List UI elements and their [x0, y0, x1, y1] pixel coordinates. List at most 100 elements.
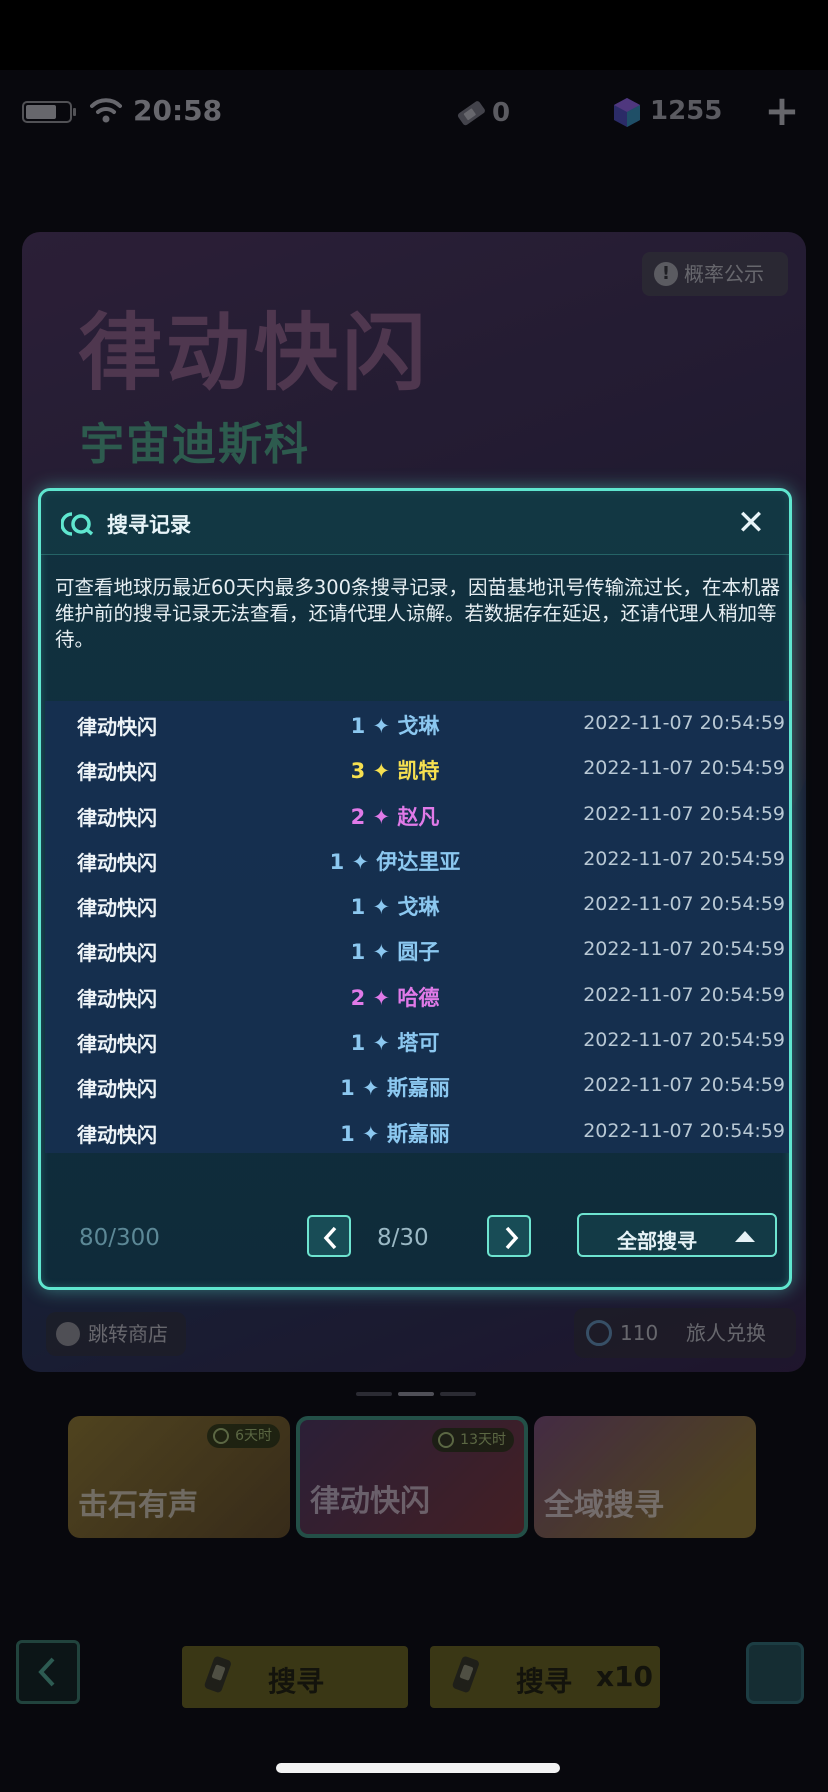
probability-button[interactable]: ! 概率公示 [642, 252, 788, 296]
star-icon: ✦ [354, 1076, 387, 1101]
record-result: 1 ✦ 戈琳 [245, 710, 545, 740]
status-time: 20:58 [133, 94, 223, 127]
plus-icon[interactable]: + [762, 90, 802, 132]
record-time: 2022-11-07 20:54:59 [583, 1029, 785, 1052]
modal-title: 搜寻记录 [107, 513, 191, 537]
prev-page-button[interactable] [307, 1215, 351, 1257]
character-name: 戈琳 [397, 714, 440, 738]
search-ten-label: 搜寻 [516, 1665, 573, 1698]
ticket-icon [452, 1656, 479, 1693]
character-name: 伊达里亚 [376, 849, 461, 874]
pool-card-3[interactable]: 全域搜寻 [534, 1416, 756, 1538]
star-icon: ✦ [365, 940, 398, 965]
record-pool: 律动快闪 [77, 896, 157, 921]
record-row: 律动快闪 1 ✦ 塔可 2022-11-07 20:54:59 [45, 1018, 789, 1063]
character-name: 斯嘉丽 [386, 1121, 450, 1146]
clock-icon [438, 1432, 455, 1448]
record-result: 1 ✦ 塔可 [245, 1027, 545, 1057]
banner-title: 律动快闪 [78, 304, 431, 402]
record-result: 3 ✦ 凯特 [245, 755, 545, 785]
shop-label: 跳转商店 [88, 1322, 168, 1346]
rarity-value: 1 [350, 940, 366, 965]
character-name: 哈德 [397, 985, 440, 1010]
shop-button[interactable]: 跳转商店 [46, 1312, 186, 1356]
record-result: 1 ✦ 伊达里亚 [245, 846, 545, 876]
record-row: 律动快闪 1 ✦ 圆子 2022-11-07 20:54:59 [45, 927, 789, 972]
filter-dropdown[interactable]: 全部搜寻 [577, 1213, 777, 1257]
record-pool: 律动快闪 [77, 1032, 157, 1057]
rarity-value: 1 [329, 849, 345, 874]
record-pool: 律动快闪 [77, 941, 157, 966]
back-button[interactable] [16, 1640, 80, 1704]
character-name: 塔可 [397, 1031, 440, 1056]
modal-header: 搜寻记录 ✕ [41, 491, 789, 555]
chevron-left-icon [323, 1226, 337, 1250]
exchange-count: 110 [620, 1321, 659, 1345]
star-icon: ✦ [365, 804, 398, 829]
record-result: 1 ✦ 斯嘉丽 [245, 1118, 545, 1148]
rarity-value: 2 [350, 985, 366, 1010]
record-time: 2022-11-07 20:54:59 [583, 847, 785, 870]
rarity-value: 1 [350, 1031, 366, 1056]
record-time: 2022-11-07 20:54:59 [583, 757, 785, 780]
page-indicator: 8/30 [377, 1225, 429, 1251]
rarity-value: 1 [340, 1121, 355, 1146]
pool-timer: 13天时 [432, 1428, 514, 1452]
exchange-button[interactable]: 110 旅人兑换 [574, 1308, 796, 1358]
record-logo-icon [61, 512, 94, 536]
record-list[interactable]: 律动快闪 1 ✦ 戈琳 2022-11-07 20:54:59 律动快闪 3 ✦ 凯特 2… [45, 701, 789, 1153]
close-icon[interactable]: ✕ [731, 503, 771, 543]
character-name: 凯特 [397, 759, 440, 784]
record-row: 律动快闪 2 ✦ 哈德 2022-11-07 20:54:59 [45, 973, 789, 1018]
search-record-modal: 搜寻记录 ✕ 可查看地球历最近60天内最多300条搜寻记录，因苗基地讯号传输流过… [38, 488, 792, 1290]
record-result: 1 ✦ 圆子 [245, 936, 545, 966]
record-time: 2022-11-07 20:54:59 [583, 802, 785, 825]
play-icon [56, 1322, 80, 1346]
character-name: 斯嘉丽 [386, 1076, 450, 1101]
chevron-left-icon [38, 1657, 55, 1687]
record-result: 2 ✦ 赵凡 [245, 801, 545, 831]
search-ten-button[interactable]: 搜寻 x10 [430, 1646, 660, 1708]
record-time: 2022-11-07 20:54:59 [583, 938, 785, 961]
record-row: 律动快闪 1 ✦ 戈琳 2022-11-07 20:54:59 [45, 882, 789, 927]
home-indicator[interactable] [276, 1763, 560, 1773]
search-ten-multiplier: x10 [596, 1660, 654, 1693]
star-icon: ✦ [365, 759, 398, 784]
character-name: 赵凡 [397, 804, 440, 829]
wifi-icon [90, 98, 122, 123]
star-icon: ✦ [365, 895, 398, 920]
record-time: 2022-11-07 20:54:59 [583, 1074, 785, 1097]
chevron-right-icon [505, 1226, 519, 1250]
star-icon: ✦ [354, 1121, 387, 1146]
record-row: 律动快闪 2 ✦ 赵凡 2022-11-07 20:54:59 [45, 792, 789, 837]
record-pool: 律动快闪 [77, 1122, 157, 1147]
record-pool: 律动快闪 [77, 1077, 157, 1102]
pool-card-2[interactable]: 13天时 律动快闪 [296, 1416, 528, 1538]
record-time: 2022-11-07 20:54:59 [583, 1119, 785, 1142]
clipboard-icon[interactable] [746, 1642, 804, 1704]
cube-icon [614, 98, 640, 127]
next-page-button[interactable] [487, 1215, 531, 1257]
rarity-value: 2 [350, 804, 366, 829]
record-pool: 律动快闪 [77, 715, 157, 739]
record-time: 2022-11-07 20:54:59 [583, 983, 785, 1006]
record-pool: 律动快闪 [77, 850, 157, 875]
star-icon: ✦ [344, 849, 377, 874]
record-time: 2022-11-07 20:54:59 [583, 712, 785, 734]
record-time: 2022-11-07 20:54:59 [583, 893, 785, 916]
banner-subtitle: 宇宙迪斯科 [80, 419, 310, 470]
modal-description: 可查看地球历最近60天内最多300条搜寻记录，因苗基地讯号传输流过长，在本机器维… [55, 576, 781, 651]
star-icon: ✦ [365, 985, 398, 1010]
record-pool: 律动快闪 [77, 760, 157, 785]
pool-card-1[interactable]: 6天时 击石有声 [68, 1416, 290, 1538]
star-icon: ✦ [365, 714, 398, 738]
record-result: 1 ✦ 斯嘉丽 [245, 1072, 545, 1102]
record-pool: 律动快闪 [77, 805, 157, 830]
record-row: 律动快闪 1 ✦ 戈琳 2022-11-07 20:54:59 [45, 701, 789, 746]
rarity-value: 1 [350, 714, 366, 738]
search-once-button[interactable]: 搜寻 [182, 1646, 408, 1708]
record-count: 80/300 [79, 1225, 160, 1251]
record-row: 律动快闪 1 ✦ 斯嘉丽 2022-11-07 20:54:59 [45, 1063, 789, 1108]
info-icon: ! [654, 262, 678, 286]
record-result: 1 ✦ 戈琳 [245, 891, 545, 921]
